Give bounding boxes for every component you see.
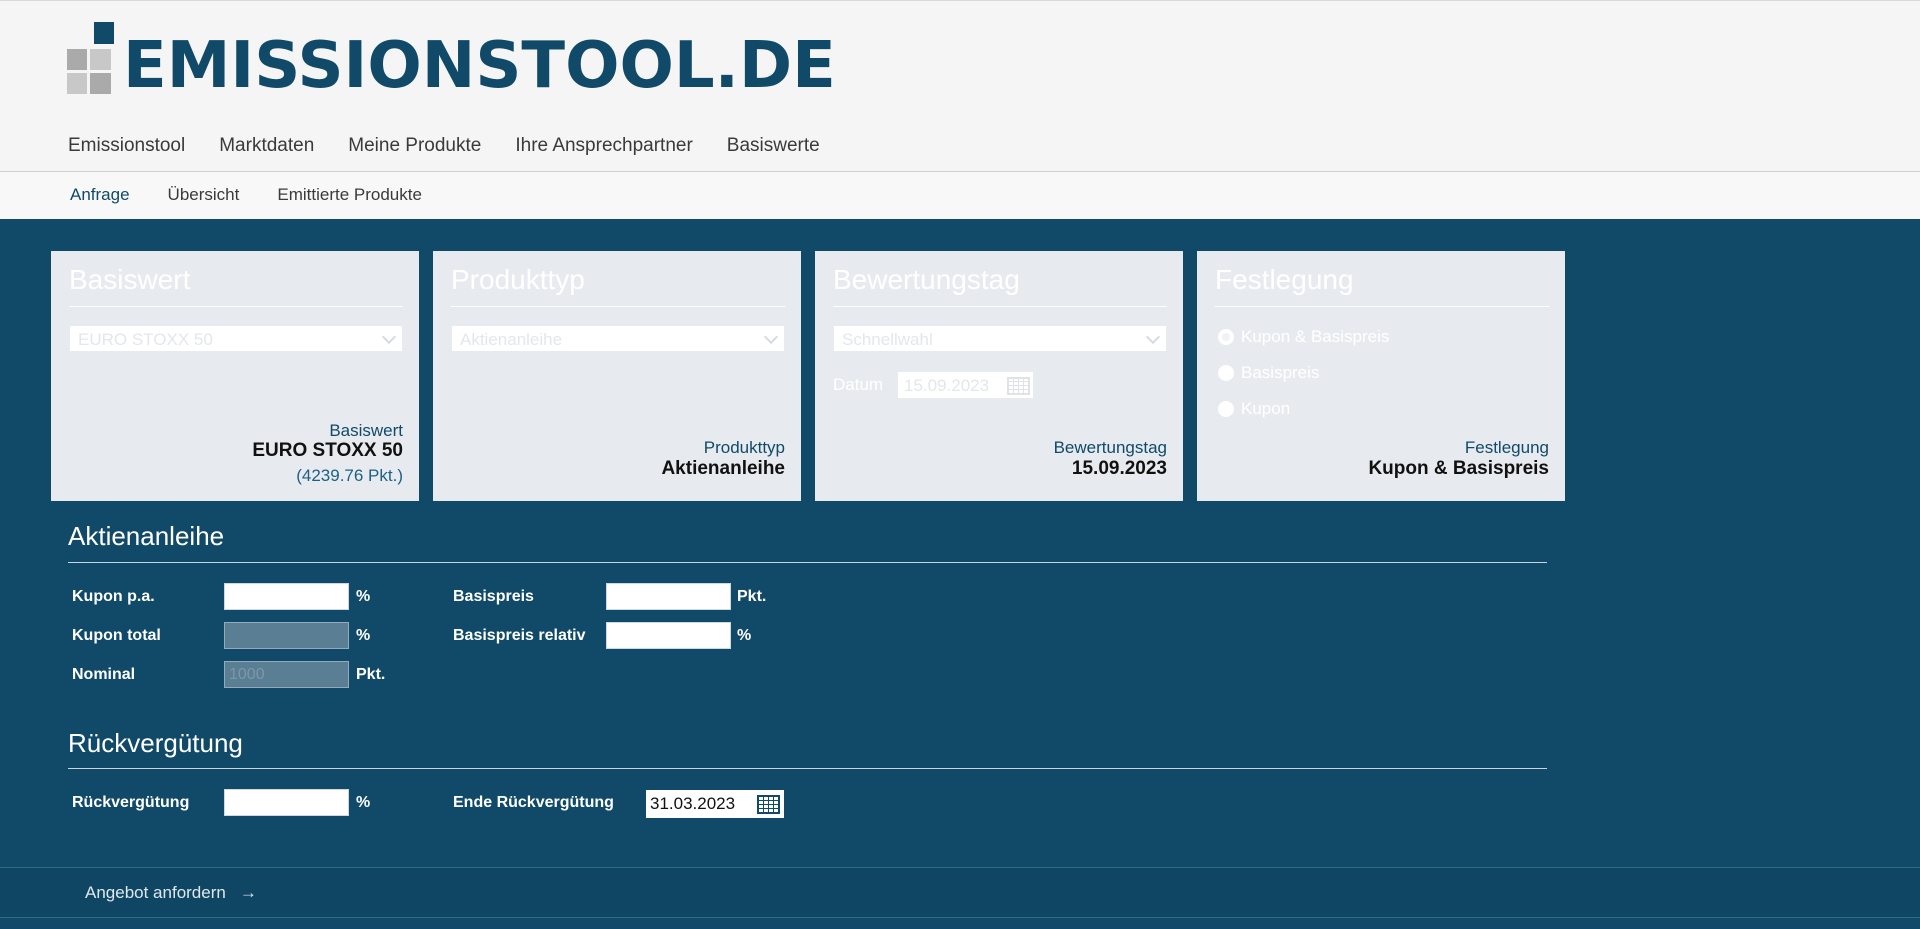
section-divider (68, 562, 1547, 563)
radio-kupon-basispreis[interactable]: Kupon & Basispreis (1217, 327, 1389, 347)
chevron-down-icon (381, 329, 397, 345)
date-value: 31.03.2023 (650, 794, 736, 813)
kupon-total-unit: % (356, 627, 371, 644)
card-sub-value: (4239.76 Pkt.) (296, 466, 403, 485)
card-caption: Basiswert (329, 421, 403, 440)
card-title: Basiswert (69, 264, 191, 295)
nav-item-meine-produkte[interactable]: Meine Produkte (348, 135, 481, 157)
logo-mark-icon (67, 21, 117, 97)
card-value: 15.09.2023 (1071, 458, 1167, 479)
chevron-down-icon (1145, 329, 1161, 345)
ende-rueckverguetung-date-input[interactable]: 31.03.2023 (646, 790, 784, 818)
action-bar: Angebot anfordern → (0, 867, 1920, 918)
calendar-icon[interactable] (1007, 377, 1030, 395)
button-label: Angebot anfordern (85, 883, 226, 902)
produkttyp-select[interactable]: Aktienanleihe (451, 325, 785, 352)
card-caption: Produkttyp (703, 438, 785, 457)
angebot-anfordern-button[interactable]: Angebot anfordern → (85, 883, 257, 903)
nominal-unit: Pkt. (356, 666, 386, 683)
card-produkttyp: Produkttyp Aktienanleihe Produkttyp Akti… (433, 251, 801, 501)
rueckverguetung-label: Rückvergütung (72, 794, 190, 811)
card-caption: Bewertungstag (1053, 438, 1167, 457)
card-value: EURO STOXX 50 (252, 440, 403, 461)
card-caption: Festlegung (1464, 438, 1549, 457)
basispreis-relativ-input[interactable] (606, 622, 731, 649)
nav-item-ansprechpartner[interactable]: Ihre Ansprechpartner (515, 135, 692, 157)
input-value: 1000 (229, 666, 265, 683)
select-value: Aktienanleihe (460, 330, 563, 349)
rueckverguetung-unit: % (356, 794, 371, 811)
kupon-total-label: Kupon total (72, 627, 161, 644)
kupon-pa-unit: % (356, 588, 371, 605)
date-value: 15.09.2023 (904, 376, 990, 395)
card-divider (451, 306, 785, 307)
ende-rueckverguetung-label: Ende Rückvergütung (453, 794, 614, 811)
section-title-aktienanleihe: Aktienanleihe (68, 521, 225, 551)
card-title: Produkttyp (451, 264, 585, 295)
subnav-item-emittierte-produkte[interactable]: Emittierte Produkte (277, 185, 422, 205)
card-divider (69, 306, 403, 307)
nav-item-basiswerte[interactable]: Basiswerte (727, 135, 820, 157)
card-title: Festlegung (1215, 264, 1354, 295)
select-value: EURO STOXX 50 (78, 330, 213, 349)
basispreis-input[interactable] (606, 583, 731, 610)
radio-label: Kupon (1241, 399, 1291, 418)
card-value: Aktienanleihe (661, 458, 785, 479)
card-divider (833, 306, 1167, 307)
section-divider (68, 768, 1547, 769)
radio-button[interactable] (1217, 364, 1235, 382)
date-input[interactable]: 15.09.2023 (897, 371, 1034, 399)
site-header: EMISSIONSTOOL.DE Emissionstool Marktdate… (0, 0, 1920, 172)
card-title: Bewertungstag (833, 264, 1020, 295)
kupon-total-input (224, 622, 349, 649)
card-bewertungstag: Bewertungstag Schnellwahl Datum 15.09.20… (815, 251, 1183, 501)
chevron-down-icon (763, 329, 779, 345)
date-label: Datum (833, 375, 884, 394)
basispreis-unit: Pkt. (737, 588, 767, 605)
subnav-item-uebersicht[interactable]: Übersicht (168, 185, 240, 205)
nav-item-marktdaten[interactable]: Marktdaten (219, 135, 314, 157)
card-value: Kupon & Basispreis (1368, 458, 1549, 479)
subnav-item-anfrage[interactable]: Anfrage (70, 185, 130, 205)
nav-item-emissionstool[interactable]: Emissionstool (68, 135, 185, 157)
kupon-pa-input[interactable] (224, 583, 349, 610)
nominal-input: 1000 (224, 661, 349, 688)
card-divider (1215, 306, 1549, 307)
section-title-rueckverguetung: Rückvergütung (68, 728, 243, 758)
basispreis-relativ-unit: % (737, 627, 752, 644)
main-nav: Emissionstool Marktdaten Meine Produkte … (68, 135, 854, 157)
nominal-label: Nominal (72, 666, 136, 683)
radio-button[interactable] (1217, 328, 1235, 346)
card-basiswert: Basiswert EURO STOXX 50 Basiswert EURO S… (51, 251, 419, 501)
radio-label: Basispreis (1241, 363, 1320, 382)
logo-text: EMISSIONSTOOL.DE (123, 29, 836, 103)
schnellwahl-select[interactable]: Schnellwahl (833, 325, 1167, 352)
radio-label: Kupon & Basispreis (1241, 327, 1390, 346)
radio-button[interactable] (1217, 400, 1235, 418)
arrow-right-icon: → (239, 883, 257, 902)
sub-nav: Anfrage Übersicht Emittierte Produkte (0, 172, 1920, 219)
radio-basispreis[interactable]: Basispreis (1217, 363, 1319, 383)
select-value: Schnellwahl (842, 330, 933, 349)
logo[interactable]: EMISSIONSTOOL.DE (67, 21, 836, 101)
basispreis-relativ-label: Basispreis relativ (453, 627, 586, 644)
basispreis-label: Basispreis (453, 588, 534, 605)
radio-kupon[interactable]: Kupon (1217, 399, 1290, 419)
kupon-pa-label: Kupon p.a. (72, 588, 155, 605)
card-festlegung: Festlegung Kupon & Basispreis Basispreis… (1197, 251, 1565, 501)
rueckverguetung-input[interactable] (224, 789, 349, 816)
basiswert-select[interactable]: EURO STOXX 50 (69, 325, 403, 352)
calendar-icon[interactable] (757, 795, 780, 814)
